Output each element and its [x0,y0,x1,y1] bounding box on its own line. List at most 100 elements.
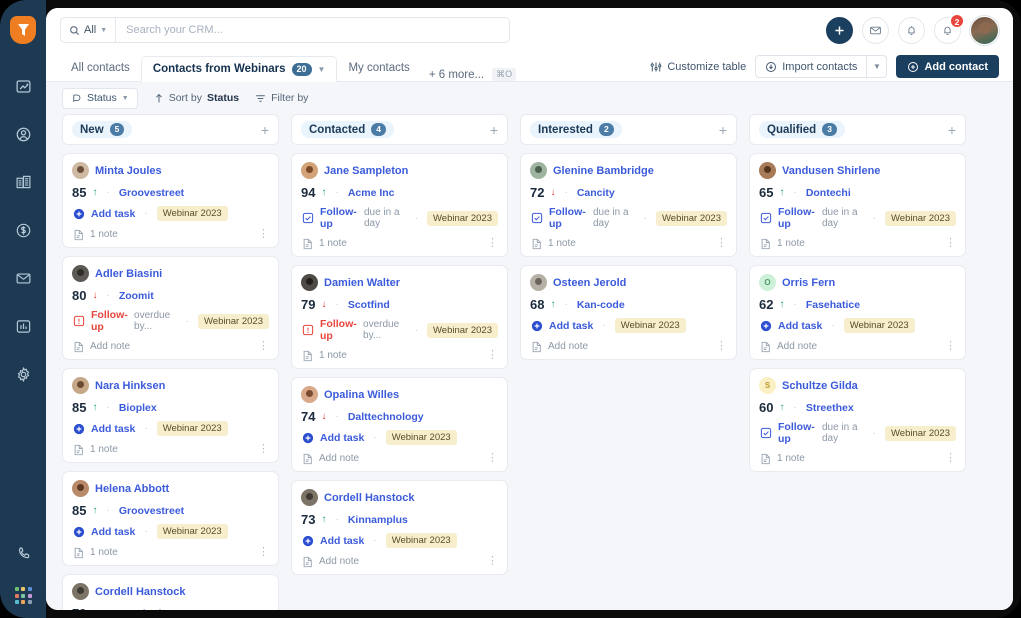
card-action-label[interactable]: Add task [91,208,135,220]
sidebar-item-phone[interactable] [6,536,40,570]
contact-card[interactable]: .a0-3::after{background:#5d3a24}Helena A… [62,471,279,566]
card-note-label[interactable]: 1 note [90,547,118,558]
follow-up-icon[interactable] [72,315,85,328]
contact-card[interactable]: .a0-2::after{background:#6b4a32}Nara Hin… [62,368,279,463]
card-menu-button[interactable]: ⋮ [716,341,727,352]
tab-my-contacts[interactable]: My contacts [337,55,420,81]
card-note-label[interactable]: 1 note [319,350,347,361]
contact-card[interactable]: O Orris Fern 62 ↑ · Fasehatice Add task · Webina… [749,265,966,360]
card-menu-button[interactable]: ⋮ [487,238,498,249]
card-menu-button[interactable]: ⋮ [258,547,269,558]
card-action-label[interactable]: Add task [778,320,822,332]
card-action-label[interactable]: Add task [549,320,593,332]
user-avatar[interactable] [970,15,999,45]
contact-card[interactable]: .a3-0::after{background:#55341d}Vandusen… [749,153,966,257]
card-action-label[interactable]: Follow-up [549,206,587,230]
customize-table-button[interactable]: Customize table [650,61,746,73]
column-add-card-button[interactable]: + [948,123,956,137]
import-contacts-button[interactable]: Import contacts [755,55,868,78]
contact-card[interactable]: S Schultze Gilda 60 ↑ · Streethex Follow-up due… [749,368,966,472]
card-tag[interactable]: Webinar 2023 [385,430,457,445]
card-menu-button[interactable]: ⋮ [258,444,269,455]
add-task-icon[interactable] [72,422,85,435]
contact-company[interactable]: Cancity [577,187,615,199]
search-input[interactable] [116,18,509,42]
sidebar-item-companies[interactable] [6,165,40,199]
contact-company[interactable]: Groovestreet [119,187,184,199]
contact-company[interactable]: Fasehatice [119,608,173,611]
contact-company[interactable]: Acme Inc [348,187,395,199]
contact-name[interactable]: Osteen Jerold [553,277,626,289]
contact-company[interactable]: Dontechi [806,187,851,199]
tab-all-contacts[interactable]: All contacts [60,55,141,81]
card-tag[interactable]: Webinar 2023 [656,210,727,226]
card-action-label[interactable]: Add task [320,432,364,444]
contact-card[interactable]: .a0-0::after{background:#6b4f3a}Minta Jo… [62,153,279,248]
filter-by-button[interactable]: Filter by [255,92,308,104]
tab-contacts-from-webinars[interactable]: Contacts from Webinars 20 ▼ [140,56,338,82]
follow-up-icon[interactable] [530,212,543,225]
card-action-label[interactable]: Follow-up [320,206,358,230]
add-task-icon[interactable] [759,319,772,332]
search-bar[interactable]: All ▼ [60,17,510,43]
card-menu-button[interactable]: ⋮ [258,341,269,352]
card-tag[interactable]: Webinar 2023 [885,425,956,441]
add-task-icon[interactable] [301,534,314,547]
card-note-label[interactable]: 1 note [90,444,118,455]
contact-name[interactable]: Helena Abbott [95,483,169,495]
status-group-chip[interactable]: Status ▼ [62,87,138,109]
sort-by-button[interactable]: Sort by Status [154,92,239,104]
card-tag[interactable]: Webinar 2023 [885,210,956,226]
follow-up-icon[interactable] [759,427,772,440]
card-menu-button[interactable]: ⋮ [487,453,498,464]
chevron-down-icon[interactable]: ▼ [318,65,326,74]
import-contacts-caret[interactable]: ▼ [867,55,888,78]
contact-card[interactable]: .a1-0::after{background:#7a4a28}Jane Sam… [291,153,508,257]
card-note-label[interactable]: 1 note [777,453,805,464]
add-task-icon[interactable] [530,319,543,332]
card-tag[interactable]: Webinar 2023 [843,318,915,333]
contact-name[interactable]: Cordell Hanstock [324,492,414,504]
add-contact-button[interactable]: Add contact [896,55,999,78]
card-menu-button[interactable]: ⋮ [258,229,269,240]
contact-name[interactable]: Adler Biasini [95,268,162,280]
sidebar-item-deals[interactable] [6,213,40,247]
card-note-label[interactable]: Add note [777,341,817,352]
card-tag[interactable]: Webinar 2023 [156,421,228,436]
search-scope-selector[interactable]: All ▼ [61,18,117,42]
contact-name[interactable]: Minta Joules [95,165,162,177]
contact-name[interactable]: Glenine Bambridge [553,165,654,177]
card-note-label[interactable]: Add note [548,341,588,352]
card-menu-button[interactable]: ⋮ [945,238,956,249]
contact-card[interactable]: .a2-0::after{background:#4b5f4c}Glenine … [520,153,737,257]
contact-card[interactable]: .a1-1::after{background:#241f1b}Damien W… [291,265,508,369]
card-note-label[interactable]: 1 note [777,238,805,249]
contact-card[interactable]: .a1-2::after{background:#7c4a2c}Opalina … [291,377,508,472]
card-note-label[interactable]: 1 note [90,229,118,240]
apps-grid-icon[interactable] [14,587,32,604]
follow-up-icon[interactable] [759,212,772,225]
add-task-icon[interactable] [72,207,85,220]
tab-more-button[interactable]: + 6 more... ⌘O [421,68,524,81]
card-menu-button[interactable]: ⋮ [716,238,727,249]
card-menu-button[interactable]: ⋮ [945,341,956,352]
card-menu-button[interactable]: ⋮ [487,556,498,567]
contact-name[interactable]: Jane Sampleton [324,165,408,177]
card-action-label[interactable]: Add task [91,423,135,435]
contact-name[interactable]: Nara Hinksen [95,380,165,392]
card-tag[interactable]: Webinar 2023 [156,524,228,539]
contact-company[interactable]: Zoomit [119,290,154,302]
contact-name[interactable]: Damien Walter [324,277,400,289]
card-note-label[interactable]: 1 note [319,238,347,249]
card-action-label[interactable]: Add task [320,535,364,547]
card-menu-button[interactable]: ⋮ [487,350,498,361]
contact-company[interactable]: Kinnamplus [348,514,408,526]
column-add-card-button[interactable]: + [719,123,727,137]
card-tag[interactable]: Webinar 2023 [385,533,457,548]
contact-name[interactable]: Cordell Hanstock [95,586,185,598]
alerts-button[interactable] [898,16,925,44]
card-action-label[interactable]: Follow-up [778,421,816,445]
contact-name[interactable]: Schultze Gilda [782,380,858,392]
contact-company[interactable]: Kan-code [577,299,625,311]
contact-card[interactable]: .a2-1::after{background:#6a645c}Osteen J… [520,265,737,360]
